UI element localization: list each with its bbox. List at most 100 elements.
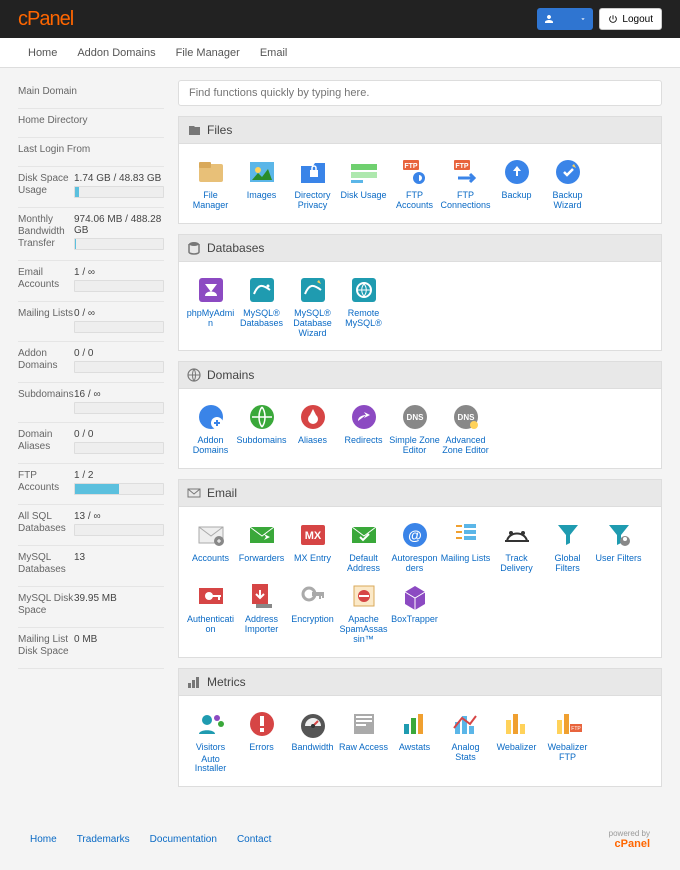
app-redirects[interactable]: Redirects: [338, 401, 389, 456]
app-label: Backup: [491, 191, 542, 201]
app-autoresponders[interactable]: @Autoresponders: [389, 519, 440, 574]
panel-header-databases[interactable]: Databases: [178, 234, 662, 262]
app-aliases[interactable]: Aliases: [287, 401, 338, 456]
app-label: Remote MySQL®: [338, 309, 389, 329]
svg-text:FTP: FTP: [455, 163, 469, 170]
stats-sidebar: Main DomainHome DirectoryLast Login From…: [18, 80, 164, 669]
app-label: Addon Domains: [185, 436, 236, 456]
footer-contact[interactable]: Contact: [237, 834, 271, 845]
app-remote-mysql-[interactable]: Remote MySQL®: [338, 274, 389, 339]
dirprivacy-icon: [297, 156, 329, 188]
app-visitors[interactable]: VisitorsAuto Installer: [185, 708, 236, 775]
forwarders-icon: [246, 519, 278, 551]
app-mysql-databases[interactable]: MySQL® Databases: [236, 274, 287, 339]
addon-icon: [195, 401, 227, 433]
app-label: Webalizer FTP: [542, 743, 593, 763]
app-track-delivery[interactable]: Track Delivery: [491, 519, 542, 574]
panel-body-files: File ManagerImagesDirectory PrivacyDisk …: [178, 144, 662, 224]
app-simple-zone-editor[interactable]: DNSSimple Zone Editor: [389, 401, 440, 456]
app-analog-stats[interactable]: Analog Stats: [440, 708, 491, 775]
app-bandwidth[interactable]: Bandwidth: [287, 708, 338, 775]
app-encryption[interactable]: Encryption: [287, 580, 338, 645]
footer-home[interactable]: Home: [30, 834, 57, 845]
app-disk-usage[interactable]: Disk Usage: [338, 156, 389, 211]
app-authentication[interactable]: Authentication: [185, 580, 236, 645]
app-errors[interactable]: Errors: [236, 708, 287, 775]
app-file-manager[interactable]: File Manager: [185, 156, 236, 211]
panel-header-metrics[interactable]: Metrics: [178, 668, 662, 696]
app-label: FTP Accounts: [389, 191, 440, 211]
app-raw-access[interactable]: Raw Access: [338, 708, 389, 775]
app-webalizer-ftp[interactable]: FTP Webalizer FTP: [542, 708, 593, 775]
app-mailing-lists[interactable]: Mailing Lists: [440, 519, 491, 574]
app-label: phpMyAdmin: [185, 309, 236, 329]
logout-label: Logout: [622, 14, 653, 25]
app-user-filters[interactable]: User Filters: [593, 519, 644, 574]
search-input[interactable]: [178, 80, 662, 106]
app-images[interactable]: Images: [236, 156, 287, 211]
stat-value: 13 / ∞: [74, 511, 164, 522]
spam-icon: [348, 580, 380, 612]
nav-home[interactable]: Home: [18, 47, 67, 59]
app-ftp-connections[interactable]: FTPFTP Connections: [440, 156, 491, 211]
svg-text:DNS: DNS: [406, 413, 424, 422]
nav-file-manager[interactable]: File Manager: [166, 47, 250, 59]
app-subdomains[interactable]: Subdomains: [236, 401, 287, 456]
user-dropdown[interactable]: [537, 8, 593, 30]
app-directory-privacy[interactable]: Directory Privacy: [287, 156, 338, 211]
panel-header-files[interactable]: Files: [178, 116, 662, 144]
app-addon-domains[interactable]: Addon Domains: [185, 401, 236, 456]
app-label: Bandwidth: [287, 743, 338, 753]
app-mx-entry[interactable]: MXMX Entry: [287, 519, 338, 574]
nav-addon-domains[interactable]: Addon Domains: [67, 47, 165, 59]
app-label: Disk Usage: [338, 191, 389, 201]
pma-icon: [195, 274, 227, 306]
app-global-filters[interactable]: Global Filters: [542, 519, 593, 574]
app-address-importer[interactable]: Address Importer: [236, 580, 287, 645]
svg-text:FTP: FTP: [571, 726, 581, 732]
diskusage-icon: [348, 156, 380, 188]
app-accounts[interactable]: Accounts: [185, 519, 236, 574]
backup-icon: [501, 156, 533, 188]
panel-body-email: AccountsForwardersMXMX EntryDefault Addr…: [178, 507, 662, 657]
stat-value: 39.95 MB: [74, 593, 164, 604]
analog-icon: [450, 708, 482, 740]
app-label: Aliases: [287, 436, 338, 446]
app-forwarders[interactable]: Forwarders: [236, 519, 287, 574]
panel-header-domains[interactable]: Domains: [178, 361, 662, 389]
app-boxtrapper[interactable]: BoxTrapper: [389, 580, 440, 645]
app-phpmyadmin[interactable]: phpMyAdmin: [185, 274, 236, 339]
app-label: Autoresponders: [389, 554, 440, 574]
app-default-address[interactable]: Default Address: [338, 519, 389, 574]
panel-header-email[interactable]: Email: [178, 479, 662, 507]
logout-button[interactable]: Logout: [599, 8, 662, 30]
app-webalizer[interactable]: Webalizer: [491, 708, 542, 775]
app-ftp-accounts[interactable]: FTPFTP Accounts: [389, 156, 440, 211]
app-label: Raw Access: [338, 743, 389, 753]
app-apache-spamassassin-[interactable]: Apache SpamAssassin™: [338, 580, 389, 645]
app-backup[interactable]: Backup: [491, 156, 542, 211]
stat-label: MySQL Disk Space: [18, 593, 74, 617]
app-mysql-database-wizard[interactable]: MySQL® Database Wizard: [287, 274, 338, 339]
app-label: Subdomains: [236, 436, 287, 446]
stat-bar: [74, 238, 164, 250]
app-label: Track Delivery: [491, 554, 542, 574]
footer-trademarks[interactable]: Trademarks: [77, 834, 130, 845]
main-nav: HomeAddon DomainsFile ManagerEmail: [0, 38, 680, 68]
azone-icon: DNS: [450, 401, 482, 433]
user-icon: [543, 13, 555, 25]
app-advanced-zone-editor[interactable]: DNSAdvanced Zone Editor: [440, 401, 491, 456]
footer-documentation[interactable]: Documentation: [150, 834, 217, 845]
stat-bar: [74, 442, 164, 454]
app-backup-wizard[interactable]: Backup Wizard: [542, 156, 593, 211]
app-label: User Filters: [593, 554, 644, 564]
app-awstats[interactable]: Awstats: [389, 708, 440, 775]
backupwiz-icon: [552, 156, 584, 188]
stat-label: FTP Accounts: [18, 470, 74, 494]
ftpconn-icon: FTP: [450, 156, 482, 188]
app-label: Forwarders: [236, 554, 287, 564]
nav-email[interactable]: Email: [250, 47, 298, 59]
addrimp-icon: [246, 580, 278, 612]
logout-icon: [608, 14, 618, 24]
svg-text:MX: MX: [304, 530, 321, 542]
